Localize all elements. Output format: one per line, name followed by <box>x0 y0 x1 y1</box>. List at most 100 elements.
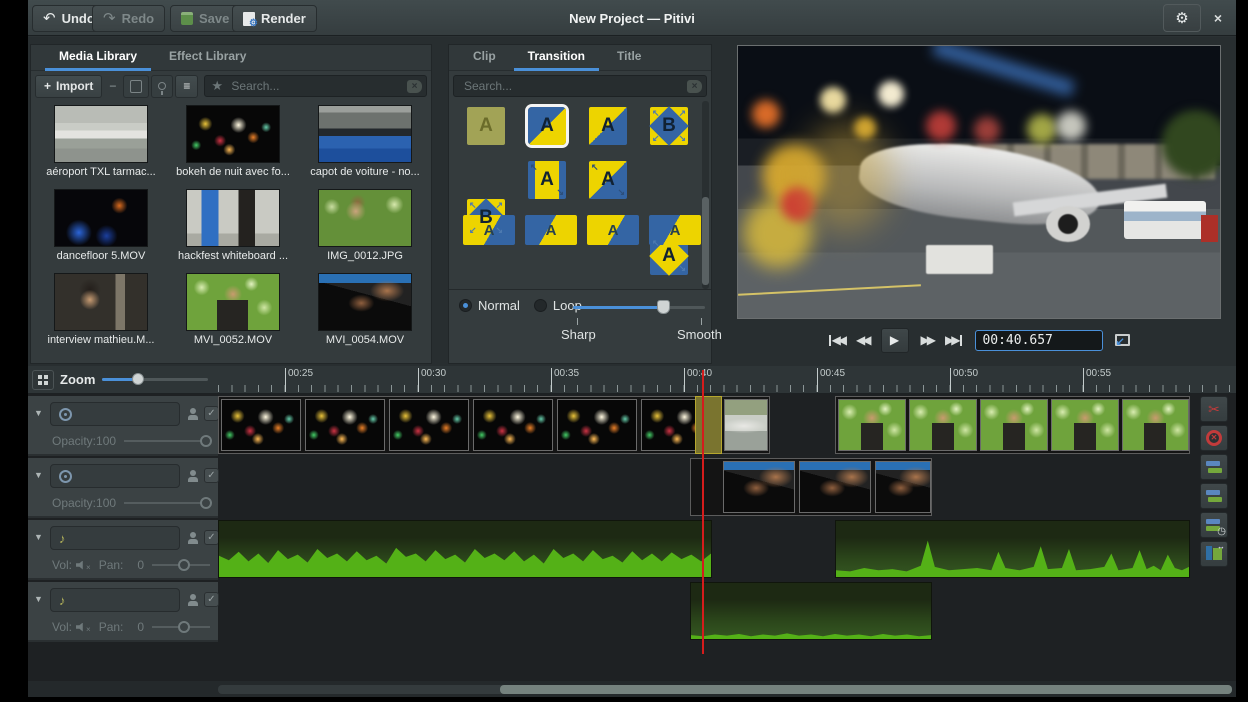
loop-radio[interactable] <box>534 299 547 312</box>
render-button[interactable]: ⚙ Render <box>232 5 317 32</box>
video-clip-interview[interactable] <box>835 396 1190 454</box>
audio-clip[interactable] <box>835 520 1190 578</box>
library-toolbar: + Import − ≡ ★ × <box>31 72 431 100</box>
audio-clip[interactable] <box>218 520 712 578</box>
transition-grid-scrollbar[interactable] <box>702 101 709 289</box>
group-clips-button[interactable] <box>1200 454 1228 480</box>
bokeh-light <box>820 87 846 113</box>
pan-slider-handle[interactable] <box>178 621 190 633</box>
speaker-muted-icon[interactable] <box>76 561 85 570</box>
playhead[interactable] <box>702 370 704 654</box>
split-clip-button[interactable]: ✂ <box>1200 396 1228 422</box>
normal-radio[interactable] <box>459 299 472 312</box>
media-item[interactable]: capot de voiture - no... <box>301 105 429 178</box>
transition-tile[interactable]: A <box>589 107 627 145</box>
tab-clip[interactable]: Clip <box>459 45 510 71</box>
transition-tile[interactable]: A <box>587 215 639 245</box>
redo-button[interactable]: ↷ Redo <box>92 5 165 32</box>
timeline-hscrollbar[interactable] <box>218 685 1232 694</box>
ungroup-clips-button[interactable] <box>1200 483 1228 509</box>
transition-search-input[interactable] <box>462 76 684 96</box>
media-item[interactable]: dancefloor 5.MOV <box>37 189 165 262</box>
close-button[interactable]: × <box>1208 8 1228 28</box>
speaker-muted-icon[interactable] <box>76 623 85 632</box>
play-button[interactable]: ▶ <box>881 328 909 353</box>
seek-start-button[interactable]: ◀◀ <box>828 333 844 347</box>
layer-enabled-checkbox[interactable]: ✓ <box>204 592 219 607</box>
zoom-slider[interactable] <box>102 378 208 381</box>
transition-tile[interactable]: A <box>649 215 701 245</box>
detach-viewer-button[interactable]: ↙ <box>1115 334 1130 346</box>
media-library-panel: Media Library Effect Library + Import − <box>30 44 432 364</box>
timeline-tracks[interactable] <box>218 394 1196 681</box>
timecode-entry[interactable] <box>975 330 1103 351</box>
layer-name-field[interactable] <box>50 464 180 488</box>
scrollbar-thumb[interactable] <box>702 197 709 285</box>
clear-search-icon[interactable]: × <box>407 80 422 93</box>
tab-transition[interactable]: Transition <box>514 45 599 71</box>
library-search-input[interactable] <box>229 76 404 96</box>
video-clip-bokeh[interactable] <box>218 396 722 454</box>
remove-clip-button[interactable]: − <box>104 75 121 98</box>
seek-end-button[interactable]: ▶▶ <box>945 333 963 347</box>
import-button[interactable]: + Import <box>35 75 102 98</box>
media-item[interactable]: MVI_0054.MOV <box>301 273 429 346</box>
media-item[interactable]: MVI_0052.MOV <box>169 273 297 346</box>
tab-media-library[interactable]: Media Library <box>45 45 151 71</box>
gapless-mode-button[interactable]: ↔ <box>1200 541 1228 567</box>
library-view-menu-button[interactable]: ≡ <box>175 75 198 98</box>
opacity-slider[interactable] <box>124 440 210 442</box>
transition-tile[interactable]: A↖↘ <box>589 161 627 199</box>
scrollbar-thumb[interactable] <box>500 685 1232 694</box>
transition-tile-selected[interactable]: A <box>528 107 566 145</box>
zoom-slider-handle[interactable] <box>132 373 144 385</box>
layer-enabled-checkbox[interactable]: ✓ <box>204 468 219 483</box>
media-item[interactable]: hackfest whiteboard ... <box>169 189 297 262</box>
transition-tile[interactable]: A <box>525 215 577 245</box>
transition-search: × <box>453 75 707 97</box>
align-clips-button[interactable]: ◷ <box>1200 512 1228 538</box>
clear-search-icon[interactable]: × <box>687 80 702 93</box>
expander-icon[interactable]: ▼ <box>34 470 43 480</box>
zoom-fit-button[interactable] <box>32 370 54 390</box>
transition-tile[interactable]: A <box>467 107 505 145</box>
opacity-slider-handle[interactable] <box>200 435 212 447</box>
audio-layer-icon: ♪ <box>59 531 66 546</box>
pan-slider-handle[interactable] <box>178 559 190 571</box>
expander-icon[interactable]: ▼ <box>34 408 43 418</box>
audio-clip[interactable] <box>690 582 932 640</box>
media-item[interactable]: aéroport TXL tarmac... <box>37 105 165 178</box>
clip-properties-button[interactable] <box>123 75 149 98</box>
layer-enabled-checkbox[interactable]: ✓ <box>204 530 219 545</box>
save-button[interactable]: Save <box>170 5 240 32</box>
pan-slider[interactable] <box>152 626 210 628</box>
delete-clip-button[interactable]: ✕ <box>1200 425 1228 451</box>
border-slider[interactable] <box>573 306 705 309</box>
opacity-slider[interactable] <box>124 502 210 504</box>
insert-at-end-button[interactable] <box>151 75 173 98</box>
media-item[interactable]: bokeh de nuit avec fo... <box>169 105 297 178</box>
opacity-slider-handle[interactable] <box>200 497 212 509</box>
transition-tile[interactable]: A↖↘ <box>528 161 566 199</box>
tab-effect-library[interactable]: Effect Library <box>155 45 260 71</box>
seek-forward-button[interactable]: ▶▶ <box>921 333 933 347</box>
expander-icon[interactable]: ▼ <box>34 532 43 542</box>
tab-title[interactable]: Title <box>603 45 655 71</box>
expander-icon[interactable]: ▼ <box>34 594 43 604</box>
video-clip-typing[interactable] <box>690 458 932 516</box>
layer-name-field[interactable]: ♪ <box>50 526 180 550</box>
pan-slider[interactable] <box>152 564 210 566</box>
border-slider-handle[interactable] <box>657 300 670 314</box>
sharp-label: Sharp <box>561 327 596 342</box>
transition-region[interactable] <box>695 396 722 454</box>
seek-back-button[interactable]: ◀◀ <box>856 333 868 347</box>
timeline-ruler[interactable]: 00:25 00:30 00:35 00:40 00:45 00:50 00:5… <box>218 366 1236 393</box>
layer-enabled-checkbox[interactable]: ✓ <box>204 406 219 421</box>
layer-name-field[interactable]: ♪ <box>50 588 180 612</box>
viewer[interactable] <box>737 45 1221 319</box>
transition-tile[interactable]: B↖↗↙↘ <box>650 107 688 145</box>
media-item[interactable]: IMG_0012.JPG <box>301 189 429 262</box>
menu-button[interactable]: ⚙ <box>1163 4 1201 32</box>
layer-name-field[interactable] <box>50 402 180 426</box>
media-item[interactable]: interview mathieu.M... <box>37 273 165 346</box>
